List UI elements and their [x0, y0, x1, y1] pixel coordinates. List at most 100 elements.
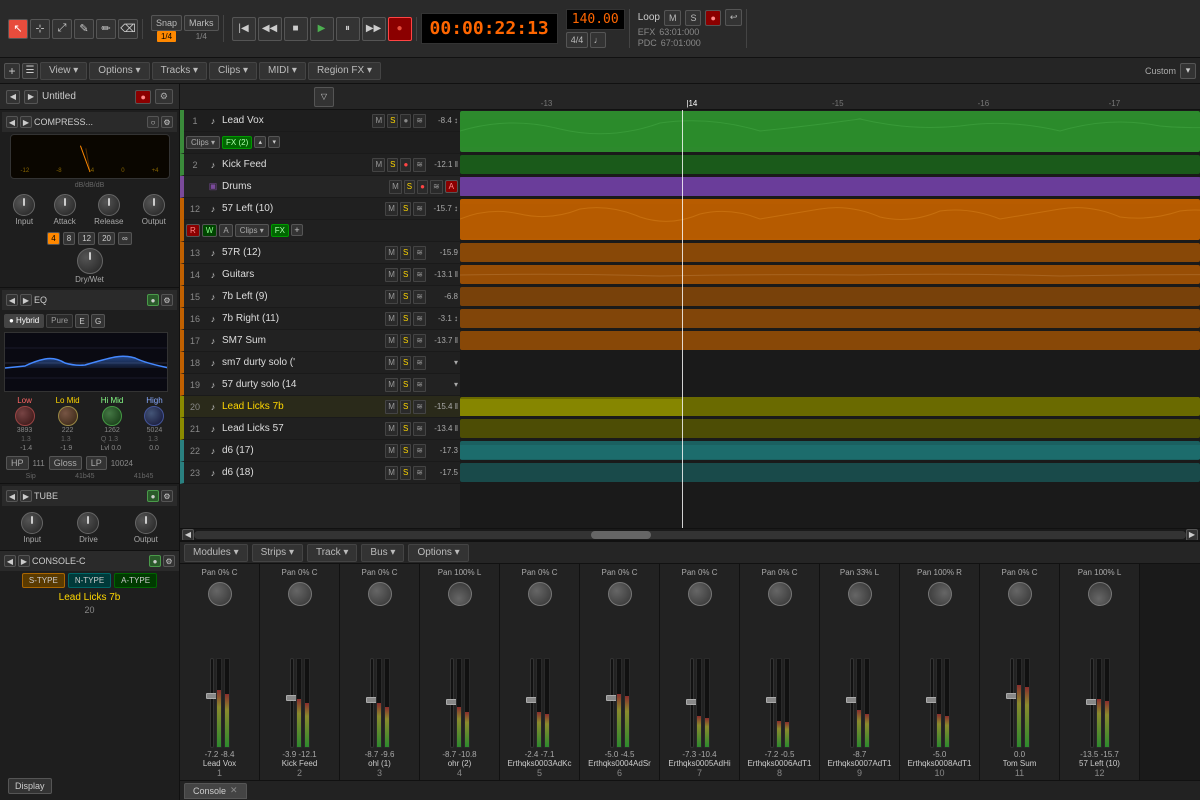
ratio-4-btn[interactable]: 4	[47, 232, 59, 245]
track-21-s-btn[interactable]: S	[400, 422, 411, 436]
track-19-s-btn[interactable]: S	[400, 378, 411, 392]
eq-gtype-btn[interactable]: G	[91, 314, 105, 328]
track-14-wave-btn[interactable]: ≋	[413, 268, 426, 282]
track-2-wave-btn[interactable]: ≋	[413, 158, 426, 172]
next-btn[interactable]: ▶▶	[362, 17, 386, 41]
track-1-dot-btn[interactable]: ●	[400, 114, 411, 128]
track-18-m-btn[interactable]: M	[385, 356, 398, 370]
console-power-btn[interactable]: ●	[149, 555, 161, 567]
track-15-wave-btn[interactable]: ≋	[413, 290, 426, 304]
a-type-btn[interactable]: A-TYPE	[114, 573, 157, 588]
metronome-icon[interactable]: ♩	[590, 32, 606, 48]
playhead-to-bar-btn[interactable]: ▽	[314, 87, 334, 107]
record-btn[interactable]: ●	[388, 17, 412, 41]
console-next-btn[interactable]: ▶	[18, 555, 30, 567]
track-2-s-btn[interactable]: S	[387, 158, 398, 172]
ch9-fader-track[interactable]	[850, 658, 854, 748]
track-18-wave-btn[interactable]: ≋	[413, 356, 426, 370]
comp-attack-knob[interactable]	[54, 194, 76, 216]
tracks-tab[interactable]: Tracks ▾	[152, 62, 207, 80]
clips-tab[interactable]: Clips ▾	[209, 62, 257, 80]
eq-lomid-knob[interactable]	[58, 406, 78, 426]
track-12-clips-btn[interactable]: Clips ▾	[235, 224, 269, 237]
track-19-wave-btn[interactable]: ≋	[413, 378, 426, 392]
edit-tool-btn[interactable]: ✎	[74, 19, 94, 39]
comp-release-knob[interactable]	[98, 194, 120, 216]
track-14-m-btn[interactable]: M	[385, 268, 398, 282]
track-15-s-btn[interactable]: S	[400, 290, 411, 304]
comp-output-knob[interactable]	[143, 194, 165, 216]
track-12-s-btn[interactable]: S	[400, 202, 411, 216]
lp-btn[interactable]: LP	[86, 456, 107, 470]
track-1-clips-btn[interactable]: Clips ▾	[186, 136, 220, 149]
track-12-a-btn[interactable]: A	[219, 224, 232, 237]
track-22-wave-btn[interactable]: ≋	[413, 444, 426, 458]
track-tab[interactable]: Track ▾	[307, 544, 357, 562]
options-tab[interactable]: Options ▾	[89, 62, 149, 80]
mixer-options-tab[interactable]: Options ▾	[408, 544, 468, 562]
custom-dropdown-btn[interactable]: ▾	[1180, 63, 1196, 79]
scrollbar-thumb[interactable]	[591, 531, 651, 539]
drums-r-btn[interactable]: A	[445, 180, 458, 193]
eq-hybrid-btn[interactable]: ● Hybrid	[4, 314, 44, 328]
eq-settings-btn[interactable]: ⚙	[161, 294, 173, 306]
tube-drive-knob[interactable]	[77, 512, 99, 534]
ch11-fader-track[interactable]	[1010, 658, 1014, 748]
select-tool-btn[interactable]: ⊹	[30, 19, 50, 39]
waveform-area[interactable]	[460, 110, 1200, 528]
scroll-left-btn[interactable]: ◀	[182, 529, 194, 541]
move-tool-btn[interactable]: ⤢	[52, 19, 72, 39]
scrollbar-track[interactable]	[194, 531, 1186, 539]
expand-btn[interactable]: ▶	[24, 90, 38, 104]
marks-btn[interactable]: Marks	[184, 15, 219, 31]
ch2-pan-knob[interactable]	[288, 582, 312, 606]
midi-tab[interactable]: MIDI ▾	[259, 62, 306, 80]
eq-pure-btn[interactable]: Pure	[46, 314, 73, 328]
stop-btn[interactable]: ■	[284, 17, 308, 41]
eq-prev-btn[interactable]: ◀	[6, 294, 18, 306]
track-1-wave-btn[interactable]: ≋	[413, 114, 426, 128]
track-14-s-btn[interactable]: S	[400, 268, 411, 282]
region-fx-tab[interactable]: Region FX ▾	[308, 62, 381, 80]
hp-btn[interactable]: HP	[6, 456, 29, 470]
track-20-s-btn[interactable]: S	[400, 400, 411, 414]
add-track-btn[interactable]: +	[4, 63, 20, 79]
track-1-fx-badge[interactable]: FX (2)	[222, 136, 252, 149]
ch12-fader-track[interactable]	[1090, 658, 1094, 748]
ch1-pan-knob[interactable]	[208, 582, 232, 606]
ch8-pan-knob[interactable]	[768, 582, 792, 606]
track-12-w-btn[interactable]: W	[202, 224, 218, 237]
track-13-s-btn[interactable]: S	[400, 246, 411, 260]
n-type-btn[interactable]: N-TYPE	[68, 573, 111, 588]
plugin-record-btn[interactable]: ●	[135, 90, 150, 104]
track-17-wave-btn[interactable]: ≋	[413, 334, 426, 348]
prev-btn[interactable]: ◀◀	[258, 17, 282, 41]
track-13-m-btn[interactable]: M	[385, 246, 398, 260]
ch9-pan-knob[interactable]	[843, 578, 876, 611]
drums-wave-btn[interactable]: ≋	[430, 180, 443, 194]
drums-s-btn[interactable]: S	[404, 180, 415, 194]
tube-settings-btn[interactable]: ⚙	[161, 490, 173, 502]
collapse-btn[interactable]: ◀	[6, 90, 20, 104]
track-1-fx-up-btn[interactable]: ▴	[254, 136, 266, 148]
track-22-m-btn[interactable]: M	[385, 444, 398, 458]
eq-power-btn[interactable]: ●	[147, 294, 159, 306]
ratio-20-btn[interactable]: 20	[98, 232, 115, 245]
track-16-wave-btn[interactable]: ≋	[413, 312, 426, 326]
track-15-m-btn[interactable]: M	[385, 290, 398, 304]
track-21-wave-btn[interactable]: ≋	[413, 422, 426, 436]
bus-tab[interactable]: Bus ▾	[361, 544, 404, 562]
ch7-fader-track[interactable]	[690, 658, 694, 748]
track-12-m-btn[interactable]: M	[385, 202, 398, 216]
comp-power-btn[interactable]: ○	[147, 116, 159, 128]
comp-prev-btn[interactable]: ◀	[6, 116, 18, 128]
track-1-m-btn[interactable]: M	[372, 114, 385, 128]
plugin-settings-btn[interactable]: ⚙	[155, 89, 173, 104]
drums-m-btn[interactable]: M	[389, 180, 402, 194]
ch6-pan-knob[interactable]	[608, 582, 632, 606]
track-19-m-btn[interactable]: M	[385, 378, 398, 392]
track-20-wave-btn[interactable]: ≋	[413, 400, 426, 414]
track-2-rec-btn[interactable]: ●	[400, 158, 411, 172]
smart-tool-btn[interactable]: ↖	[8, 19, 28, 39]
console-tab-close-btn[interactable]: ✕	[230, 785, 238, 796]
